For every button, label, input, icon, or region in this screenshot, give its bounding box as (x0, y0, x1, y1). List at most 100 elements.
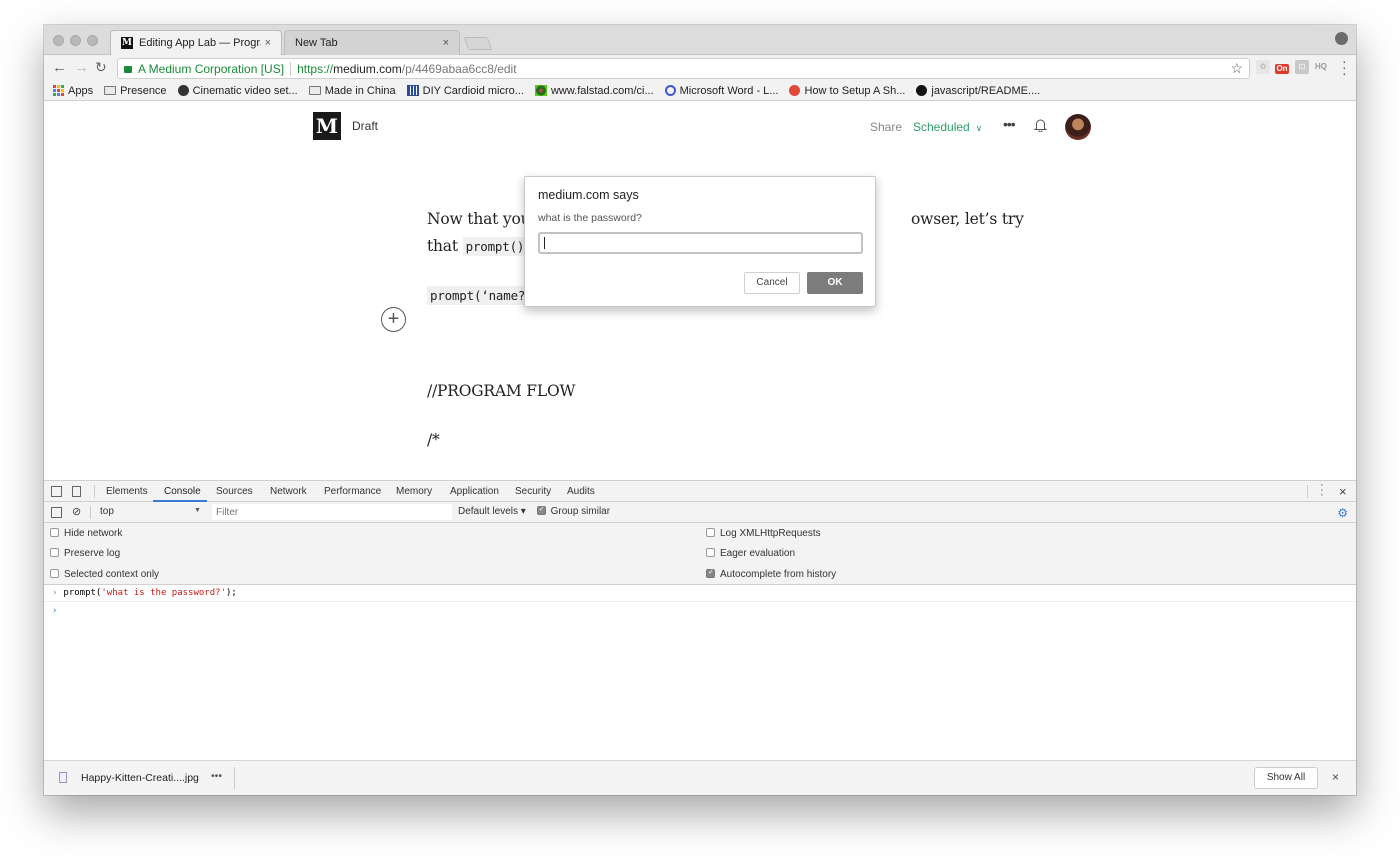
autocomplete-from-history-checkbox[interactable]: Autocomplete from history (706, 568, 836, 580)
devtools-tabbar: Elements Console Sources Network Perform… (44, 480, 1356, 502)
back-icon[interactable]: ← (52, 59, 67, 76)
falstad-icon (534, 85, 547, 96)
setting-label: Selected context only (64, 569, 160, 580)
scheduled-dropdown[interactable]: Scheduled ∨ (913, 120, 982, 134)
ok-button[interactable]: OK (807, 272, 863, 294)
bookmark-falstad[interactable]: www.falstad.com/ci... (534, 85, 654, 97)
reload-icon[interactable]: ↻ (95, 59, 107, 76)
tab-audits[interactable]: Audits (567, 486, 595, 497)
clear-console-icon[interactable]: ⊘ (72, 505, 81, 518)
downloads-bar: Happy-Kitten-Creati....jpg ••• Show All … (44, 760, 1356, 795)
bookmark-presence[interactable]: Presence (104, 85, 167, 97)
tab-performance[interactable]: Performance (324, 486, 381, 497)
close-downloads-icon[interactable]: × (1332, 770, 1339, 784)
tab-memory[interactable]: Memory (396, 486, 432, 497)
divider (1307, 485, 1308, 498)
text: Now that you (427, 210, 531, 228)
notifications-bell-icon[interactable] (1034, 118, 1047, 132)
setting-label: Preserve log (64, 548, 121, 559)
show-all-button[interactable]: Show All (1254, 767, 1318, 789)
default-levels-dropdown[interactable]: Default levels ▾ Group similar (458, 505, 610, 517)
browser-menu-icon[interactable]: · · · (1342, 54, 1347, 80)
paragraph-2[interactable]: that prompt() (427, 237, 528, 256)
paragraph-1[interactable]: Now that you owser, let’s try (427, 210, 1024, 228)
tab-editing-app-lab[interactable]: M Editing App Lab — Programmi × (110, 30, 282, 55)
tab-elements[interactable]: Elements (106, 486, 148, 497)
console-settings-gear-icon[interactable]: ⚙ (1337, 506, 1348, 520)
bookmark-microsoft-word[interactable]: Microsoft Word - L... (664, 85, 778, 97)
image-file-icon (59, 772, 67, 783)
checkbox-icon (536, 505, 546, 515)
medium-logo[interactable]: M (313, 112, 341, 140)
add-content-plus-icon[interactable]: + (381, 307, 406, 332)
close-tab-icon[interactable]: × (265, 37, 271, 49)
tab-title: Editing App Lab — Programmi (139, 37, 261, 49)
log-xmlhttprequests-checkbox[interactable]: Log XMLHttpRequests (706, 528, 821, 539)
cancel-button[interactable]: Cancel (744, 272, 800, 294)
divider (90, 506, 91, 519)
profile-icon[interactable] (1335, 32, 1348, 45)
bookmark-label: javascript/README.... (931, 84, 1041, 97)
context-select[interactable]: top (100, 506, 114, 517)
device-toolbar-icon[interactable] (72, 486, 81, 497)
bookmark-made-in-china[interactable]: Made in China (308, 85, 396, 97)
bookmark-diy-cardioid[interactable]: DIY Cardioid micro... (406, 85, 524, 97)
share-button[interactable]: Share (870, 120, 902, 134)
minimize-window-button[interactable] (70, 35, 81, 46)
bookmark-cinematic-video[interactable]: Cinematic video set... (177, 84, 298, 97)
bookmark-how-to-setup[interactable]: How to Setup A Sh... (789, 85, 905, 97)
grid-icon (406, 85, 419, 96)
checkbox-icon (50, 569, 59, 578)
chevron-down-icon: ∨ (973, 123, 983, 133)
devtools-menu-icon[interactable]: · · · (1320, 480, 1324, 501)
divider (290, 61, 292, 76)
eager-evaluation-checkbox[interactable]: Eager evaluation (706, 548, 795, 559)
extension-frame-icon[interactable]: ⊡ (1295, 60, 1309, 74)
group-similar-checkbox[interactable]: Group similar (536, 505, 610, 517)
extension-on-icon[interactable]: On (1275, 64, 1289, 74)
user-avatar[interactable] (1065, 114, 1091, 140)
program-flow-heading[interactable]: //PROGRAM FLOW (427, 382, 575, 400)
lock-icon (124, 66, 132, 73)
password-input[interactable] (538, 232, 863, 254)
inspect-element-icon[interactable] (51, 486, 62, 497)
address-bar[interactable]: A Medium Corporation [US] https:// mediu… (117, 58, 1250, 79)
forward-icon[interactable]: → (74, 59, 89, 76)
tab-console[interactable]: Console (164, 486, 201, 497)
cloudhq-icon[interactable]: HQ (1314, 60, 1328, 74)
tab-network[interactable]: Network (270, 486, 307, 497)
tab-security[interactable]: Security (515, 486, 551, 497)
prompt-dialog: medium.com says what is the password? Ca… (524, 176, 876, 307)
close-window-button[interactable] (53, 35, 64, 46)
bookmark-label: Cinematic video set... (192, 84, 298, 97)
levels-label: Default levels ▾ (458, 506, 526, 517)
checkbox-icon (50, 528, 59, 537)
tab-new-tab[interactable]: New Tab × (284, 30, 460, 55)
download-item[interactable]: Happy-Kitten-Creati....jpg (81, 772, 199, 784)
console-input-line[interactable]: › (44, 602, 1356, 619)
extension-flower-icon[interactable]: ✿ (1256, 60, 1270, 74)
bookmark-star-icon[interactable]: ☆ (1230, 60, 1243, 77)
bookmark-apps[interactable]: Apps (53, 85, 93, 97)
download-options-icon[interactable]: ••• (211, 770, 222, 782)
new-tab-button[interactable] (463, 37, 493, 50)
bookmarks-bar: Apps Presence Cinematic video set... Mad… (44, 81, 1356, 101)
hide-network-checkbox[interactable]: Hide network (50, 528, 122, 539)
preserve-log-checkbox[interactable]: Preserve log (50, 548, 120, 559)
word-icon (664, 85, 676, 96)
show-sidebar-icon[interactable] (51, 507, 62, 518)
maximize-window-button[interactable] (87, 35, 98, 46)
close-tab-icon[interactable]: × (443, 37, 449, 49)
comment-open[interactable]: /* (427, 431, 440, 449)
bookmark-label: How to Setup A Sh... (804, 84, 906, 97)
console-filter-input[interactable] (212, 504, 452, 520)
tab-sources[interactable]: Sources (216, 486, 253, 497)
tab-application[interactable]: Application (450, 486, 499, 497)
bookmark-javascript-readme[interactable]: javascript/README.... (916, 85, 1040, 97)
bookmark-label: Apps (68, 84, 94, 97)
devtools-panel: Elements Console Sources Network Perform… (44, 480, 1356, 760)
selected-context-only-checkbox[interactable]: Selected context only (50, 569, 159, 580)
medium-editor-page: M Draft Share Scheduled ∨ ••• Now that y… (44, 102, 1356, 480)
more-options-icon[interactable]: ••• (1003, 116, 1016, 132)
close-devtools-icon[interactable]: × (1339, 484, 1347, 499)
